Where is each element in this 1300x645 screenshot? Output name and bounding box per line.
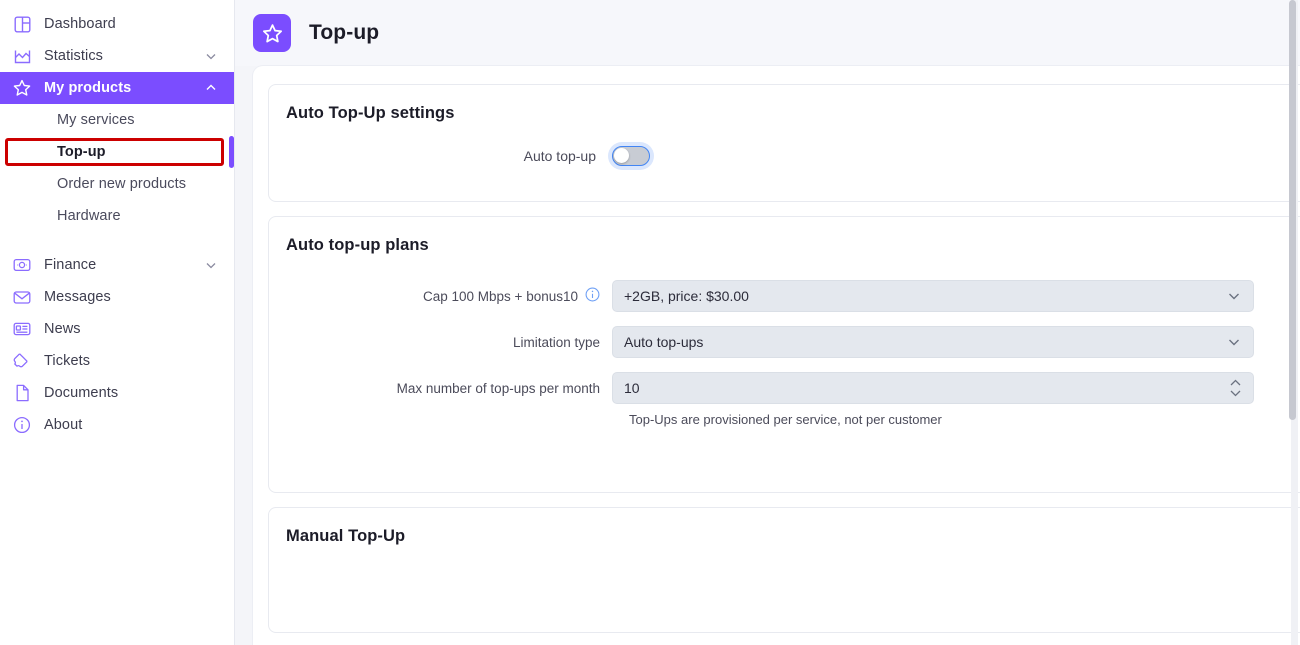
- field-row-max-topups: Max number of top-ups per month 10: [269, 372, 1300, 404]
- limitation-type-label: Limitation type: [512, 334, 600, 350]
- dashboard-grid-icon: [12, 14, 32, 34]
- auto-topup-toggle[interactable]: [612, 146, 650, 166]
- limitation-type-select[interactable]: Auto top-ups: [612, 326, 1254, 358]
- sidebar-subitem-label: My services: [57, 112, 135, 128]
- max-topups-label: Max number of top-ups per month: [396, 380, 600, 396]
- sidebar-subitem-my-services[interactable]: My services: [0, 104, 234, 136]
- star-icon: [12, 78, 32, 98]
- sidebar-item-label: Messages: [44, 289, 111, 305]
- sidebar-item-documents[interactable]: Documents: [0, 377, 234, 409]
- sidebar-item-label: Tickets: [44, 353, 91, 369]
- document-icon: [12, 383, 32, 403]
- chevron-down-icon[interactable]: [204, 258, 218, 272]
- auto-topup-label: Auto top-up: [523, 148, 596, 164]
- page-header: Top-up: [235, 0, 1300, 66]
- auto-topup-toggle-row: Auto top-up: [269, 146, 1300, 166]
- sidebar-item-label: Statistics: [44, 48, 104, 64]
- sidebar-item-label: News: [44, 321, 81, 337]
- cap-plan-value: +2GB, price: $30.00: [624, 288, 749, 304]
- max-topups-value: 10: [624, 380, 640, 396]
- sidebar-subitem-order-new-products[interactable]: Order new products: [0, 168, 234, 200]
- sidebar-item-label: About: [44, 417, 83, 433]
- cap-plan-label-text: Cap 100 Mbps + bonus10: [423, 288, 578, 304]
- newspaper-icon: [12, 319, 32, 339]
- sidebar-item-label: Finance: [44, 257, 97, 273]
- chevron-down-icon[interactable]: [1227, 289, 1241, 303]
- money-icon: [12, 255, 32, 275]
- star-icon: [253, 14, 291, 52]
- cap-plan-label: Cap 100 Mbps + bonus10: [286, 287, 612, 305]
- chevron-down-icon[interactable]: [1227, 335, 1241, 349]
- sidebar-item-dashboard[interactable]: Dashboard: [0, 8, 234, 40]
- sidebar-item-label: Documents: [44, 385, 119, 401]
- manual-topup-card: Manual Top-Up Make Top-Up: [268, 507, 1300, 633]
- cap-plan-select[interactable]: +2GB, price: $30.00: [612, 280, 1254, 312]
- sidebar-item-label: My products: [44, 80, 132, 96]
- main-area: Top-up Auto Top-Up settings Auto top-up …: [235, 0, 1300, 645]
- content-panel: Auto Top-Up settings Auto top-up Auto to…: [253, 66, 1300, 645]
- sidebar-subitem-label: Order new products: [57, 176, 187, 192]
- sidebar-subitem-label: Hardware: [57, 208, 121, 224]
- save-button-row: Save: [269, 427, 1300, 474]
- chevron-down-icon[interactable]: [204, 49, 218, 63]
- auto-topup-settings-card: Auto Top-Up settings Auto top-up: [268, 84, 1300, 202]
- limitation-type-value: Auto top-ups: [624, 334, 704, 350]
- sidebar-item-tickets[interactable]: Tickets: [0, 345, 234, 377]
- field-row-limitation-type: Limitation type Auto top-ups: [269, 326, 1300, 358]
- sidebar-item-my-products[interactable]: My products: [0, 72, 234, 104]
- auto-topup-settings-title: Auto Top-Up settings: [286, 104, 455, 122]
- toggle-knob: [614, 148, 629, 163]
- sidebar-item-statistics[interactable]: Statistics: [0, 40, 234, 72]
- sidebar-item-label: Dashboard: [44, 16, 116, 32]
- chevron-up-icon[interactable]: [204, 81, 218, 95]
- field-row-cap-plan: Cap 100 Mbps + bonus10 +2GB, price: $30.…: [269, 280, 1300, 312]
- app-root: Dashboard Statistics My products My serv…: [0, 0, 1300, 645]
- sidebar-item-finance[interactable]: Finance: [0, 249, 234, 281]
- sidebar-item-about[interactable]: About: [0, 409, 234, 441]
- sidebar-item-news[interactable]: News: [0, 313, 234, 345]
- info-circle-icon: [12, 415, 32, 435]
- max-topups-input[interactable]: 10: [612, 372, 1254, 404]
- sidebar-subitem-top-up[interactable]: Top-up: [0, 136, 234, 168]
- envelope-icon: [12, 287, 32, 307]
- statistics-chart-icon: [12, 46, 32, 66]
- sidebar-subitem-hardware[interactable]: Hardware: [0, 200, 234, 232]
- stepper-up-down-icon[interactable]: [1229, 379, 1242, 397]
- auto-topup-plans-title: Auto top-up plans: [286, 236, 429, 254]
- sidebar-scrollbar-thumb[interactable]: [229, 136, 234, 168]
- make-topup-button-row: Make Top-Up: [269, 546, 1300, 604]
- info-circle-icon[interactable]: [585, 287, 600, 305]
- ticket-icon: [12, 351, 32, 371]
- manual-topup-title: Manual Top-Up: [286, 527, 406, 545]
- sidebar-item-messages[interactable]: Messages: [0, 281, 234, 313]
- auto-topup-plans-card: Auto top-up plans Cap 100 Mbps + bonus10: [268, 216, 1300, 493]
- page-scrollbar-track[interactable]: [1289, 0, 1298, 645]
- page-scrollbar-thumb[interactable]: [1289, 0, 1296, 420]
- page-title: Top-up: [309, 21, 380, 44]
- sidebar-subitem-label: Top-up: [57, 144, 106, 160]
- sidebar: Dashboard Statistics My products My serv…: [0, 0, 235, 645]
- topup-hint-text: Top-Ups are provisioned per service, not…: [629, 412, 942, 427]
